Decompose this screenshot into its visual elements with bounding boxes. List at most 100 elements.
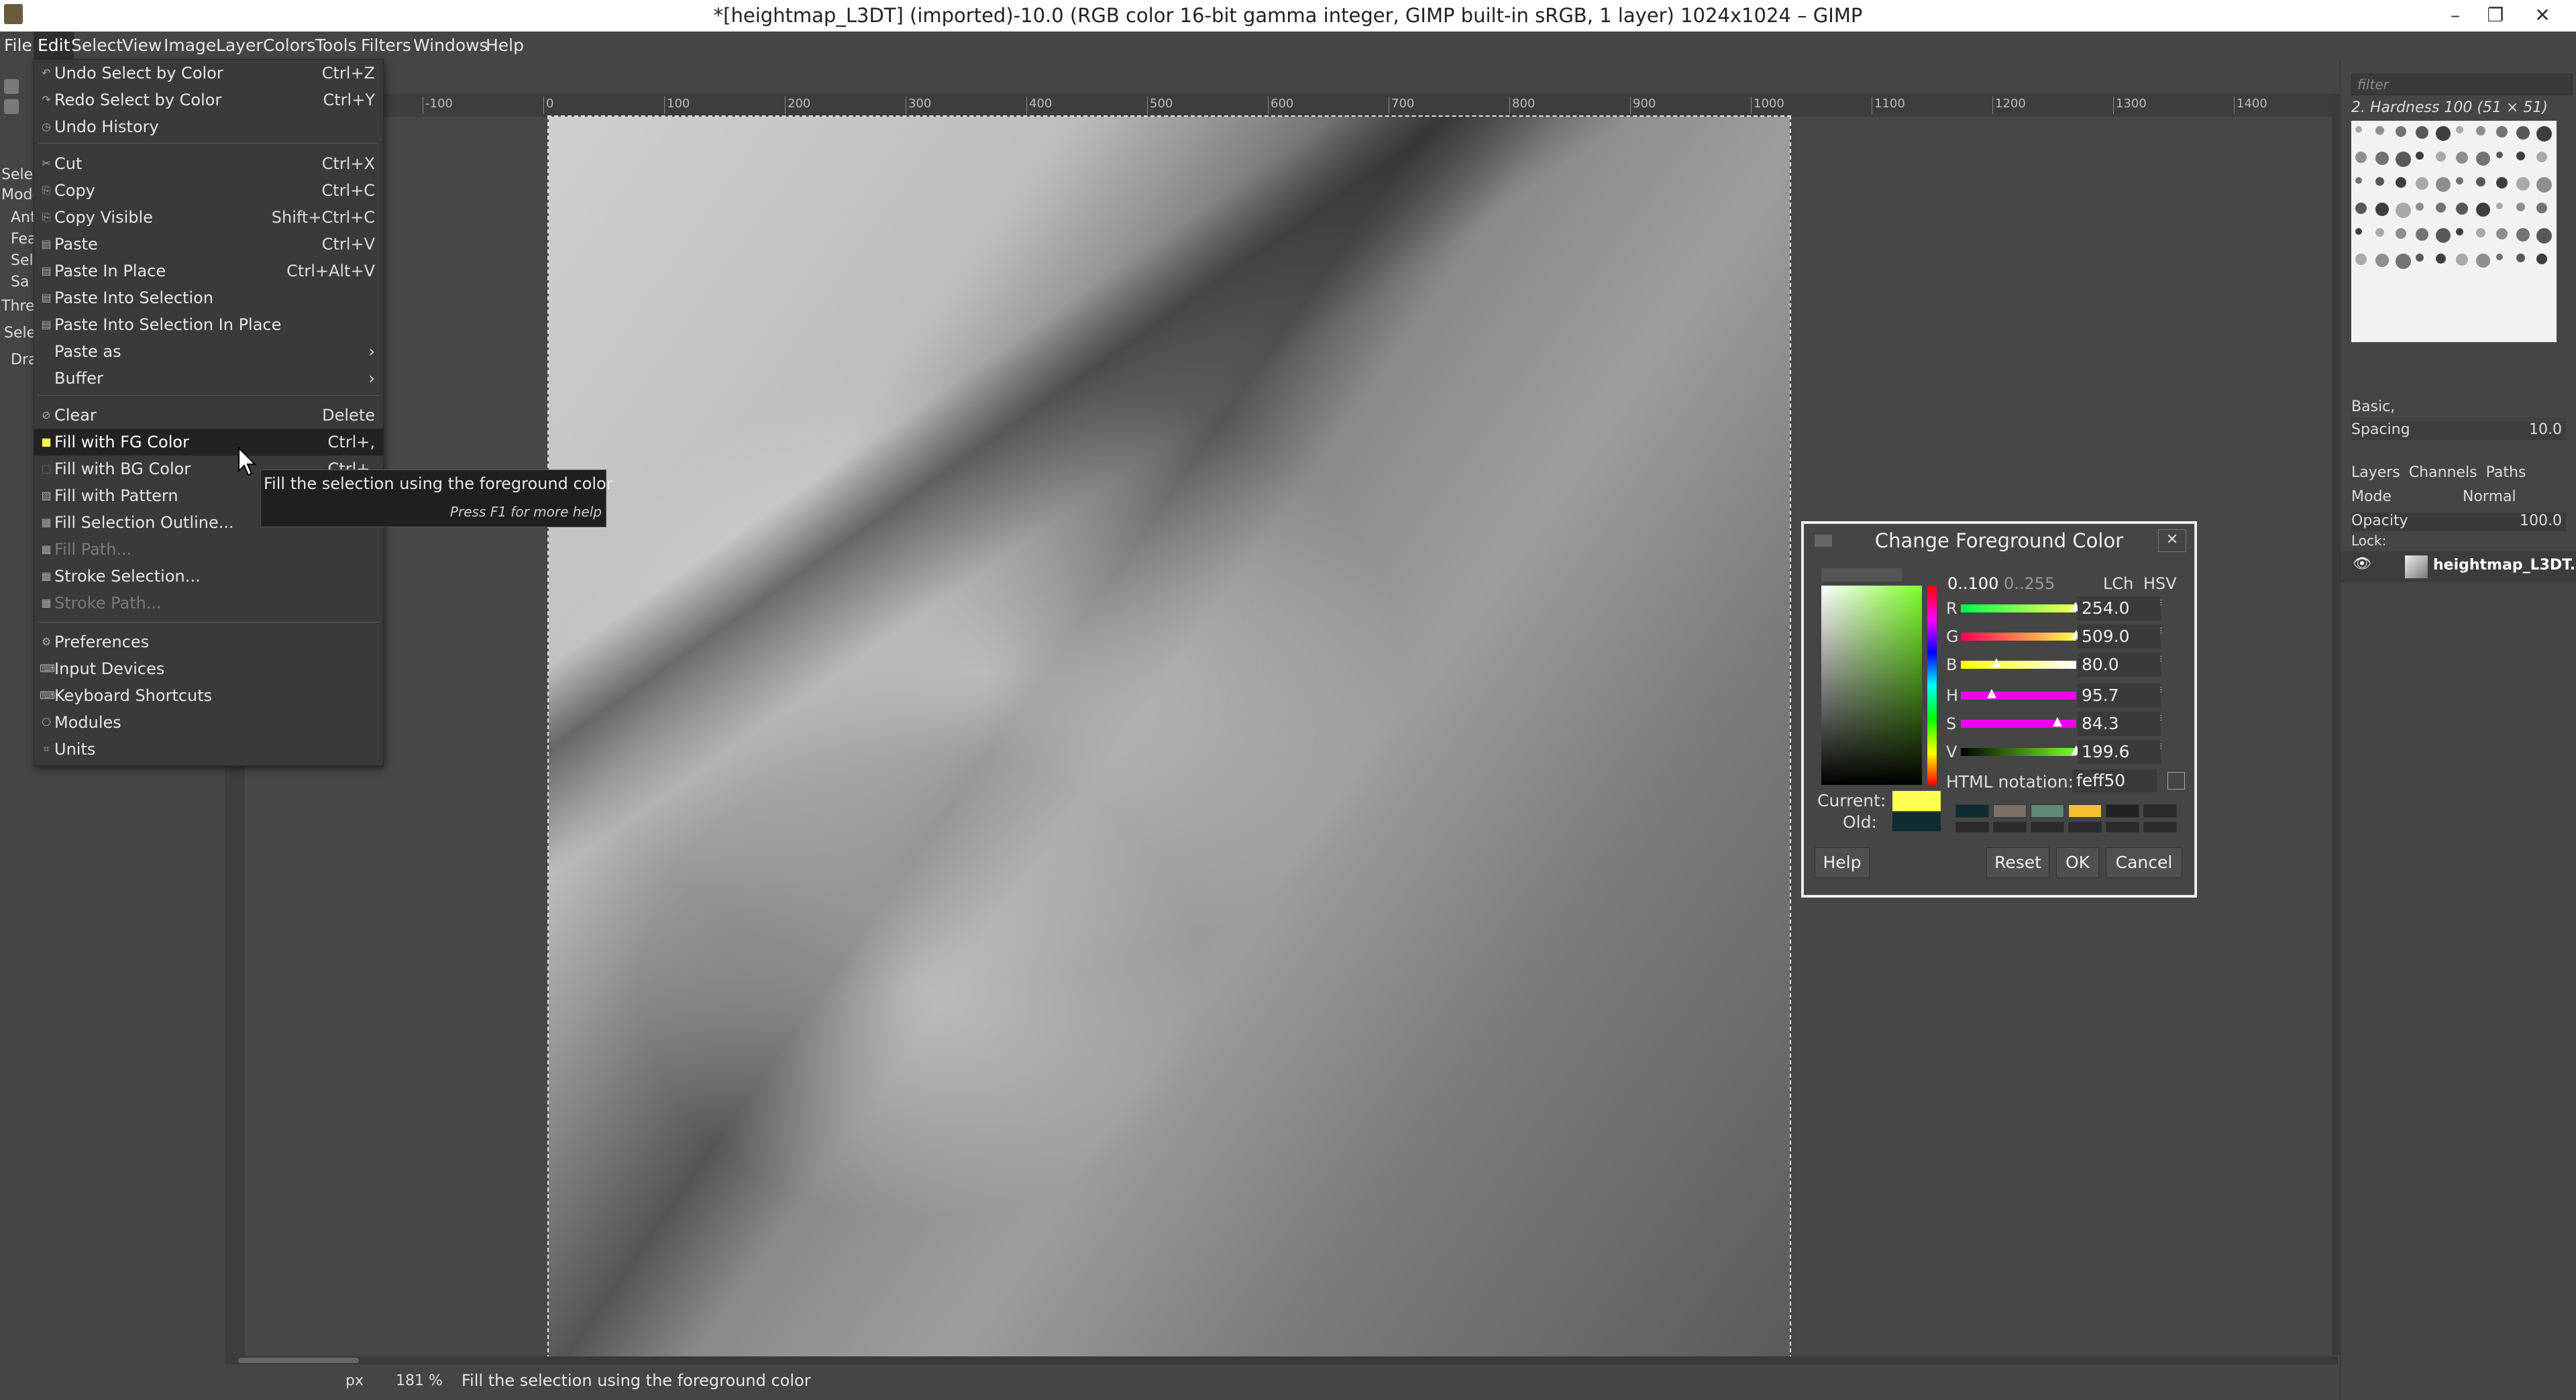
slider-s[interactable] [1961,717,2076,728]
edit-menu-item-modules[interactable]: ⎔ Modules [34,709,383,736]
brush-thumbnail[interactable] [2456,177,2463,184]
slider-value-input[interactable]: 199.6 [2078,740,2161,764]
color-history-swatch[interactable] [2143,822,2177,832]
slider-value-input[interactable]: 95.7 [2078,684,2161,708]
brush-thumbnail[interactable] [2355,152,2367,163]
brush-thumbnail[interactable] [2496,152,2503,158]
menu-windows[interactable]: Windows [409,32,492,59]
brush-thumbnail[interactable] [2476,126,2485,136]
edit-menu-item-buffer[interactable]: Buffer › [34,365,383,392]
color-history-swatch[interactable] [1993,804,2027,818]
edit-menu-item-units[interactable]: ⌗ Units [34,736,383,763]
slider-value-input[interactable]: 509.0 [2078,625,2161,649]
brush-thumbnail[interactable] [2375,254,2389,267]
mode-selector[interactable]: Normal [2463,488,2516,505]
brush-thumbnail[interactable] [2536,228,2552,244]
opacity-field[interactable]: Opacity 100.0 [2351,513,2566,531]
brush-thumbnail[interactable] [2355,203,2367,214]
edit-menu-item-copy-visible[interactable]: ⎘ Copy Visible Shift+Ctrl+C [34,204,383,231]
slider-r[interactable] [1961,602,2081,612]
brush-thumbnail[interactable] [2375,228,2384,237]
close-window-button[interactable]: ✕ [2522,0,2563,32]
move-tool-icon[interactable] [4,79,19,94]
color-history-swatch[interactable] [2106,804,2139,818]
menu-colors[interactable]: Colors [259,32,319,59]
brush-thumbnail[interactable] [2396,203,2411,218]
color-history-swatch[interactable] [2068,804,2102,818]
sample-merged-option[interactable]: Sa [11,274,29,290]
layer-row[interactable]: 👁 heightmap_L3DT.p [2341,551,2576,582]
reset-button[interactable]: Reset [1986,847,2049,878]
color-history-swatch[interactable] [2031,804,2064,818]
brush-thumbnail[interactable] [2456,126,2463,133]
color-selector-mode-icons[interactable] [1821,568,1902,582]
brush-thumbnail[interactable] [2436,152,2446,162]
hue-strip[interactable] [1927,586,1937,785]
edit-menu-item-undo-select-by-color[interactable]: ↶ Undo Select by Color Ctrl+Z [34,60,383,87]
horizontal-scrollbar[interactable] [231,1356,2338,1364]
slider-v[interactable] [1961,745,2081,756]
brush-thumbnail[interactable] [2375,126,2384,135]
brush-thumbnail[interactable] [2436,254,2446,264]
slider-handle[interactable] [1992,658,2002,667]
brush-thumbnail[interactable] [2436,177,2451,192]
edit-menu-item-paste-in-place[interactable]: ▤ Paste In Place Ctrl+Alt+V [34,258,383,284]
tab-channels[interactable]: Channels [2409,464,2477,481]
edit-menu-item-paste-into-selection[interactable]: ▤ Paste Into Selection [34,284,383,311]
menu-help[interactable]: Help [482,32,528,59]
slider-handle[interactable] [2053,717,2063,726]
brush-thumbnail[interactable] [2516,152,2525,160]
brush-thumbnail[interactable] [2516,177,2530,191]
antialiasing-option[interactable]: Ant [11,209,36,226]
brush-thumbnail[interactable] [2396,177,2406,188]
brush-thumbnail[interactable] [2416,203,2424,211]
brush-thumbnail[interactable] [2396,228,2406,239]
brush-thumbnail[interactable] [2536,254,2547,264]
brush-thumbnail[interactable] [2536,203,2547,213]
menu-filters[interactable]: Filters [357,32,415,59]
color-history-swatch[interactable] [1955,804,1989,818]
slider-value-input[interactable]: 80.0 [2078,653,2161,677]
edit-menu-item-paste-into-selection-in-place[interactable]: ▤ Paste Into Selection In Place [34,311,383,338]
slider-g[interactable] [1961,630,2081,641]
brush-thumbnail[interactable] [2436,203,2446,213]
brush-thumbnail[interactable] [2416,254,2424,262]
brush-thumbnail[interactable] [2496,203,2503,209]
brush-thumbnail[interactable] [2375,203,2389,216]
brush-thumbnail[interactable] [2396,126,2406,137]
spinner-icon[interactable]: ⁝ [2159,685,2169,706]
color-history-swatch[interactable] [2031,822,2064,832]
slider-b[interactable] [1961,658,2076,669]
vertical-scrollbar[interactable] [2332,94,2340,1355]
brush-spacing-field[interactable]: Spacing 10.0 [2351,421,2566,440]
lch-tab[interactable]: LCh [2103,572,2133,595]
brush-thumbnail[interactable] [2436,228,2451,243]
ok-button[interactable]: OK [2056,847,2099,878]
edit-menu-item-cut[interactable]: ✂ Cut Ctrl+X [34,150,383,177]
unit-selector[interactable]: px [345,1372,364,1389]
color-history-swatch[interactable] [2143,804,2177,818]
color-history-swatch[interactable] [2068,822,2102,832]
brush-thumbnail[interactable] [2416,126,2428,139]
edit-menu-item-clear[interactable]: ⊘ Clear Delete [34,402,383,429]
brush-thumbnail[interactable] [2355,254,2367,265]
edit-menu-item-paste-as[interactable]: Paste as › [34,338,383,365]
brush-thumbnail[interactable] [2375,152,2389,165]
brush-thumbnail[interactable] [2476,254,2490,268]
spinner-icon[interactable]: ⁝ [2159,654,2169,676]
brush-thumbnail[interactable] [2416,152,2424,160]
brush-thumbnail[interactable] [2536,177,2552,193]
heightmap-image[interactable] [547,115,1791,1359]
brush-thumbnail[interactable] [2355,177,2362,184]
edit-menu-item-fill-with-fg-color[interactable]: ■ Fill with FG Color Ctrl+, [34,429,383,455]
edit-menu-item-copy[interactable]: ⎘ Copy Ctrl+C [34,177,383,204]
saturation-value-picker[interactable] [1821,586,1922,785]
edit-menu-item-keyboard-shortcuts[interactable]: ⌨ Keyboard Shortcuts [34,682,383,709]
edit-menu-item-undo-history[interactable]: ◷ Undo History [34,113,383,140]
brush-thumbnail[interactable] [2536,152,2547,162]
brush-thumbnail[interactable] [2516,254,2525,262]
zoom-selector[interactable]: 181 % [396,1372,443,1389]
brush-thumbnail[interactable] [2396,254,2411,269]
brush-thumbnail[interactable] [2355,228,2362,235]
spinner-icon[interactable]: ⁝ [2159,741,2169,763]
